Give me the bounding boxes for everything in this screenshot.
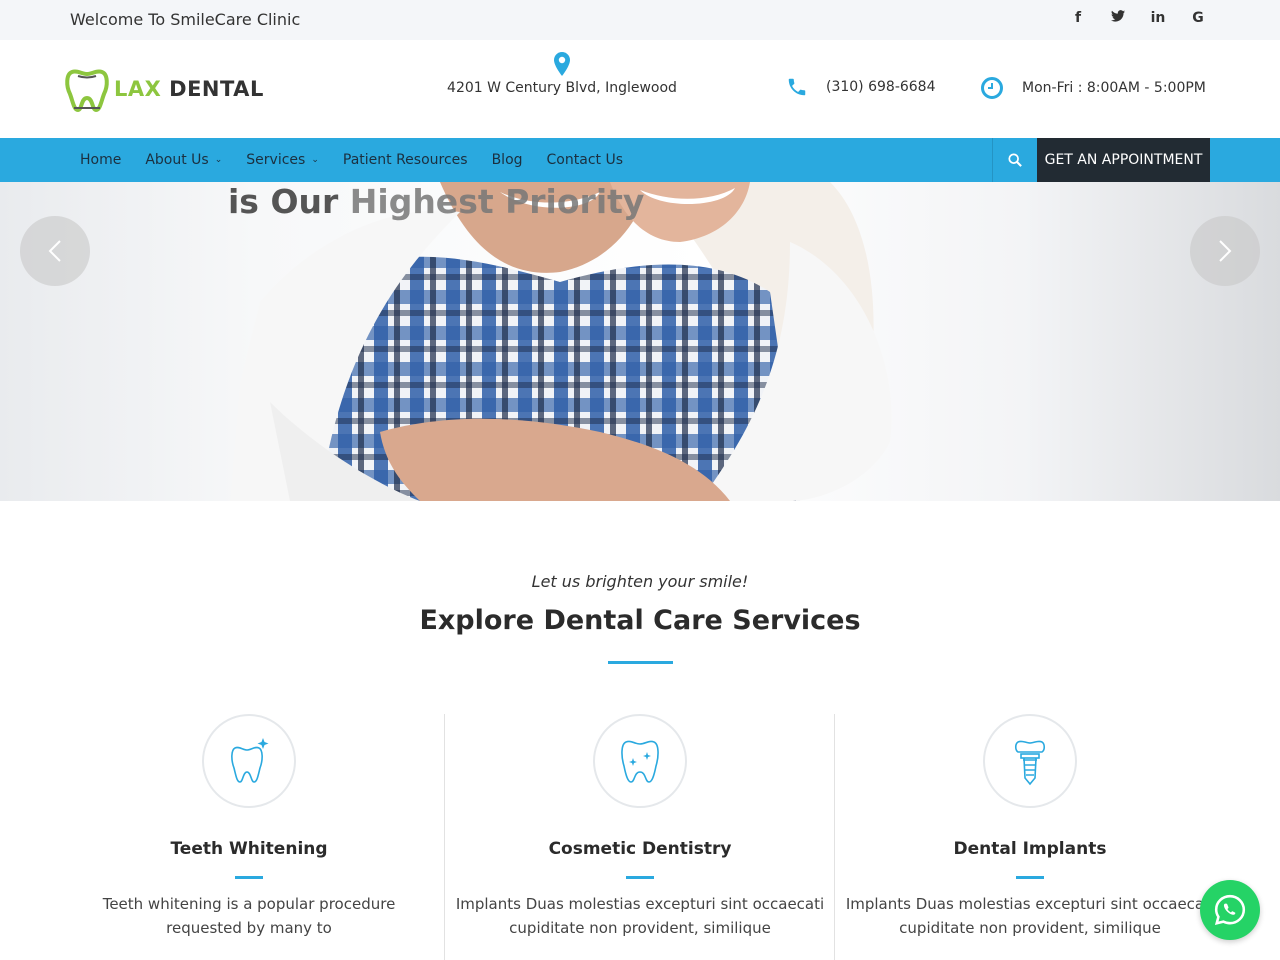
facebook-icon[interactable]: f [1068,10,1088,26]
twitter-icon[interactable] [1108,10,1128,26]
nav-menu: Home About Us ⌄ Services ⌄ Patient Resourc… [80,138,623,182]
hero-slider: is Our Highest Priority [0,182,1280,501]
whatsapp-icon [1214,894,1246,926]
hero-photo [230,182,892,501]
service-icon-circle [983,714,1077,808]
nav-label: Blog [491,152,523,168]
implant-icon [1014,740,1046,786]
slider-prev-button[interactable] [20,216,90,286]
service-divider [235,876,263,879]
brand-name: LAX DENTAL [114,77,264,101]
service-title[interactable]: Teeth Whitening [54,839,444,859]
service-card-dental-implants[interactable]: Dental Implants Implants Duas molestias … [834,714,1224,960]
chevron-down-icon: ⌄ [214,155,223,165]
google-icon[interactable]: G [1188,10,1208,26]
site-logo[interactable]: LAX DENTAL [64,64,264,114]
whatsapp-button[interactable] [1200,880,1260,940]
map-pin-icon [554,52,570,76]
address-block: 4201 W Century Blvd, Inglewood [440,52,684,96]
service-description: Teeth whitening is a popular procedure r… [102,895,396,937]
nav-label: Services [246,152,306,168]
service-divider [1016,876,1044,879]
nav-label: About Us [145,152,209,168]
nav-item-patient-resources[interactable]: Patient Resources [343,152,468,168]
service-title[interactable]: Dental Implants [835,839,1225,859]
hours-block: Mon-Fri : 8:00AM - 5:00PM [980,76,1206,100]
linkedin-icon[interactable]: in [1148,10,1168,26]
address-text: 4201 W Century Blvd, Inglewood [447,80,677,96]
main-nav: Home About Us ⌄ Services ⌄ Patient Resourc… [0,138,1280,182]
tooth-logo-icon [65,69,109,113]
search-icon [1008,153,1022,167]
section-title: Explore Dental Care Services [419,605,861,636]
top-bar: Welcome To SmileCare Clinic f in G [0,0,1280,40]
nav-label: Contact Us [546,152,623,168]
clock-icon [981,77,1003,99]
appointment-button[interactable]: GET AN APPOINTMENT [1037,138,1210,182]
chevron-down-icon: ⌄ [311,155,319,165]
service-icon-circle [202,714,296,808]
tooth-sparkle-icon [231,738,269,783]
chevron-right-icon [1219,240,1232,262]
service-divider [626,876,654,879]
title-divider [608,661,673,664]
nav-item-home[interactable]: Home [80,152,121,168]
service-description: Implants Duas molestias excepturi sint o… [455,895,825,937]
nav-label: Patient Resources [342,152,468,168]
service-description: Implants Duas molestias excepturi sint o… [845,895,1215,937]
brand-part-dental: DENTAL [169,77,264,101]
search-button[interactable] [992,138,1037,182]
cosmetic-tooth-icon [621,740,659,783]
service-title[interactable]: Cosmetic Dentistry [445,839,835,859]
hero-headline: is Our Highest Priority [228,182,644,221]
nav-label: Home [80,152,122,168]
slider-next-button[interactable] [1190,216,1260,286]
nav-item-blog[interactable]: Blog [492,152,523,168]
chevron-left-icon [48,240,61,262]
social-links: f in G [1068,10,1208,26]
headline-part-1: is Our [228,182,339,221]
headline-part-2: Highest Priority [349,182,645,221]
phone-block[interactable]: (310) 698-6684 [786,76,936,98]
welcome-text: Welcome To SmileCare Clinic [70,10,301,29]
service-icon-circle [593,714,687,808]
phone-icon [788,78,806,96]
brand-part-lax: LAX [114,77,162,101]
phone-number[interactable]: (310) 698-6684 [826,79,936,95]
service-card-cosmetic-dentistry[interactable]: Cosmetic Dentistry Implants Duas molesti… [444,714,834,960]
nav-item-services[interactable]: Services ⌄ [246,152,319,168]
section-subtitle: Let us brighten your smile! [531,572,749,591]
office-hours: Mon-Fri : 8:00AM - 5:00PM [1022,80,1206,96]
nav-item-about-us[interactable]: About Us ⌄ [145,152,222,168]
service-card-teeth-whitening[interactable]: Teeth Whitening Teeth whitening is a pop… [54,714,444,960]
site-header: LAX DENTAL 4201 W Century Blvd, Inglewoo… [0,40,1280,138]
nav-item-contact-us[interactable]: Contact Us [547,152,623,168]
